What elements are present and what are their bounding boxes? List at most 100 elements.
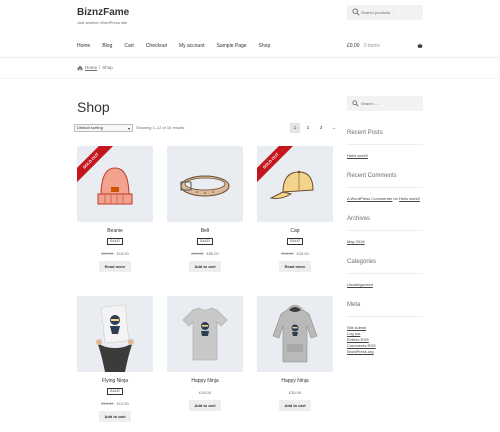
current-price: £55.00 — [206, 251, 219, 256]
site-tagline: Just another WordPress site — [77, 20, 128, 25]
site-title[interactable]: BiznzFame — [77, 7, 129, 18]
breadcrumb-divider — [0, 78, 500, 79]
product-price: £15.00 £12.00 — [77, 401, 153, 406]
meta-comments-rss-link[interactable]: Comments RSS — [347, 343, 376, 348]
list-item: May 2018 — [347, 239, 423, 245]
product-name[interactable]: Cap — [257, 228, 333, 234]
product-name[interactable]: Happy Ninja — [257, 378, 333, 384]
sale-badge: SALE! — [287, 238, 303, 245]
product-card: Flying Ninja SALE! £15.00 £12.00 Add to c… — [77, 296, 153, 422]
belt-image — [180, 175, 230, 197]
recent-post-link[interactable]: Hello world! — [347, 153, 368, 158]
read-more-button[interactable]: Read more — [99, 261, 131, 272]
commenter-link[interactable]: A WordPress Commenter — [347, 196, 392, 201]
widget-title: Recent Posts — [347, 130, 423, 145]
product-name[interactable]: Happy Ninja — [167, 378, 243, 384]
product-price: £35.00 — [257, 390, 333, 395]
sorting-value: Default sorting — [77, 125, 103, 130]
sidebar: Recent Posts Hello world! Recent Comment… — [347, 96, 423, 355]
header-search-box[interactable] — [347, 5, 423, 20]
add-to-cart-button[interactable]: Add to cart — [99, 411, 131, 422]
page-1: 1 — [290, 123, 300, 133]
add-to-cart-button[interactable]: Add to cart — [279, 400, 311, 411]
sale-badge: SALE! — [197, 238, 213, 245]
current-price: £18.00 — [198, 390, 212, 395]
nav-home[interactable]: Home — [77, 42, 90, 50]
sale-badge: SALE! — [107, 238, 123, 245]
meta-site-admin-link[interactable]: Site Admin — [347, 325, 366, 330]
product-name[interactable]: Flying Ninja — [77, 378, 153, 384]
list-item: WordPress.org — [347, 349, 423, 355]
product-image[interactable]: SOLD OUT — [257, 146, 333, 222]
list-item: Hello world! — [347, 153, 423, 159]
ninja-poster-image — [96, 304, 134, 372]
sorting-select[interactable]: Default sorting ▾ — [74, 124, 133, 132]
ninja-hoodie-image — [272, 304, 318, 363]
widget-recent-posts: Recent Posts Hello world! — [347, 130, 423, 159]
old-price: £20.00 — [101, 251, 114, 256]
archive-link[interactable]: May 2018 — [347, 239, 365, 244]
widget-meta: Meta Site Admin Log out Entries RSS Comm… — [347, 302, 423, 355]
add-to-cart-button[interactable]: Add to cart — [189, 261, 221, 272]
comment-post-link[interactable]: Hello world! — [399, 196, 420, 201]
header-search-input[interactable] — [361, 7, 419, 18]
product-card: Happy Ninja £18.00 Add to cart — [167, 296, 243, 411]
page-next[interactable]: → — [329, 123, 339, 133]
add-to-cart-button[interactable]: Add to cart — [189, 400, 221, 411]
product-card: Belt SALE! £65.00 £55.00 Add to cart — [167, 146, 243, 272]
page-3[interactable]: 3 — [316, 123, 326, 133]
list-item: Uncategorized — [347, 282, 423, 288]
meta-log-out-link[interactable]: Log out — [347, 331, 360, 336]
page-title: Shop — [77, 99, 110, 115]
old-price: £65.00 — [191, 251, 204, 256]
search-icon — [352, 100, 359, 107]
breadcrumb-home[interactable]: Home — [85, 64, 97, 72]
old-price: £15.00 — [101, 401, 114, 406]
nav-checkout[interactable]: Checkout — [146, 42, 167, 50]
category-link[interactable]: Uncategorized — [347, 282, 373, 287]
home-icon — [77, 65, 83, 71]
product-image[interactable] — [167, 146, 243, 222]
basket-icon — [417, 43, 423, 48]
product-price: £18.00 — [167, 390, 243, 395]
product-price: £18.00 £16.00 — [257, 251, 333, 256]
product-price: £20.00 £18.00 — [77, 251, 153, 256]
current-price: £12.00 — [116, 401, 129, 406]
read-more-button[interactable]: Read more — [279, 261, 311, 272]
nav-my-account[interactable]: My account — [179, 42, 205, 50]
product-image[interactable] — [257, 296, 333, 372]
list-item: A WordPress Commenter on Hello world! — [347, 196, 423, 202]
result-count: Showing 1–12 of 16 results — [136, 125, 185, 130]
comment-on-label: on — [393, 196, 398, 201]
widget-title: Recent Comments — [347, 173, 423, 188]
product-image[interactable] — [77, 296, 153, 372]
nav-sample-page[interactable]: Sample Page — [217, 42, 247, 50]
sidebar-search-box[interactable] — [347, 96, 423, 111]
widget-title: Meta — [347, 302, 423, 317]
product-card: SOLD OUT Beanie SALE! £20.00 £18.00 Read … — [77, 146, 153, 272]
product-image[interactable]: SOLD OUT — [77, 146, 153, 222]
sidebar-search-input[interactable] — [361, 98, 419, 109]
header-cart[interactable]: £0.00 0 items — [347, 42, 423, 50]
product-name[interactable]: Beanie — [77, 228, 153, 234]
product-price: £65.00 £55.00 — [167, 251, 243, 256]
product-image[interactable] — [167, 296, 243, 372]
page-2[interactable]: 2 — [303, 123, 313, 133]
nav-shop[interactable]: Shop — [259, 42, 271, 50]
nav-blog[interactable]: Blog — [102, 42, 112, 50]
current-price: £16.00 — [296, 251, 309, 256]
product-name[interactable]: Belt — [167, 228, 243, 234]
nav-cart[interactable]: Cart — [124, 42, 133, 50]
meta-entries-rss-link[interactable]: Entries RSS — [347, 337, 369, 342]
breadcrumb: Home / Shop — [77, 64, 113, 72]
current-price: £18.00 — [116, 251, 129, 256]
primary-nav: Home Blog Cart Checkout My account Sampl… — [77, 42, 270, 50]
cart-total: £0.00 — [347, 43, 360, 49]
site-header: BiznzFame Just another WordPress site Ho… — [0, 0, 500, 58]
widget-title: Categories — [347, 259, 423, 274]
product-card: Happy Ninja £35.00 Add to cart — [257, 296, 333, 411]
search-icon — [352, 8, 360, 16]
meta-wordpress-org-link[interactable]: WordPress.org — [347, 349, 374, 354]
widget-categories: Categories Uncategorized — [347, 259, 423, 288]
chevron-down-icon: ▾ — [127, 126, 130, 131]
